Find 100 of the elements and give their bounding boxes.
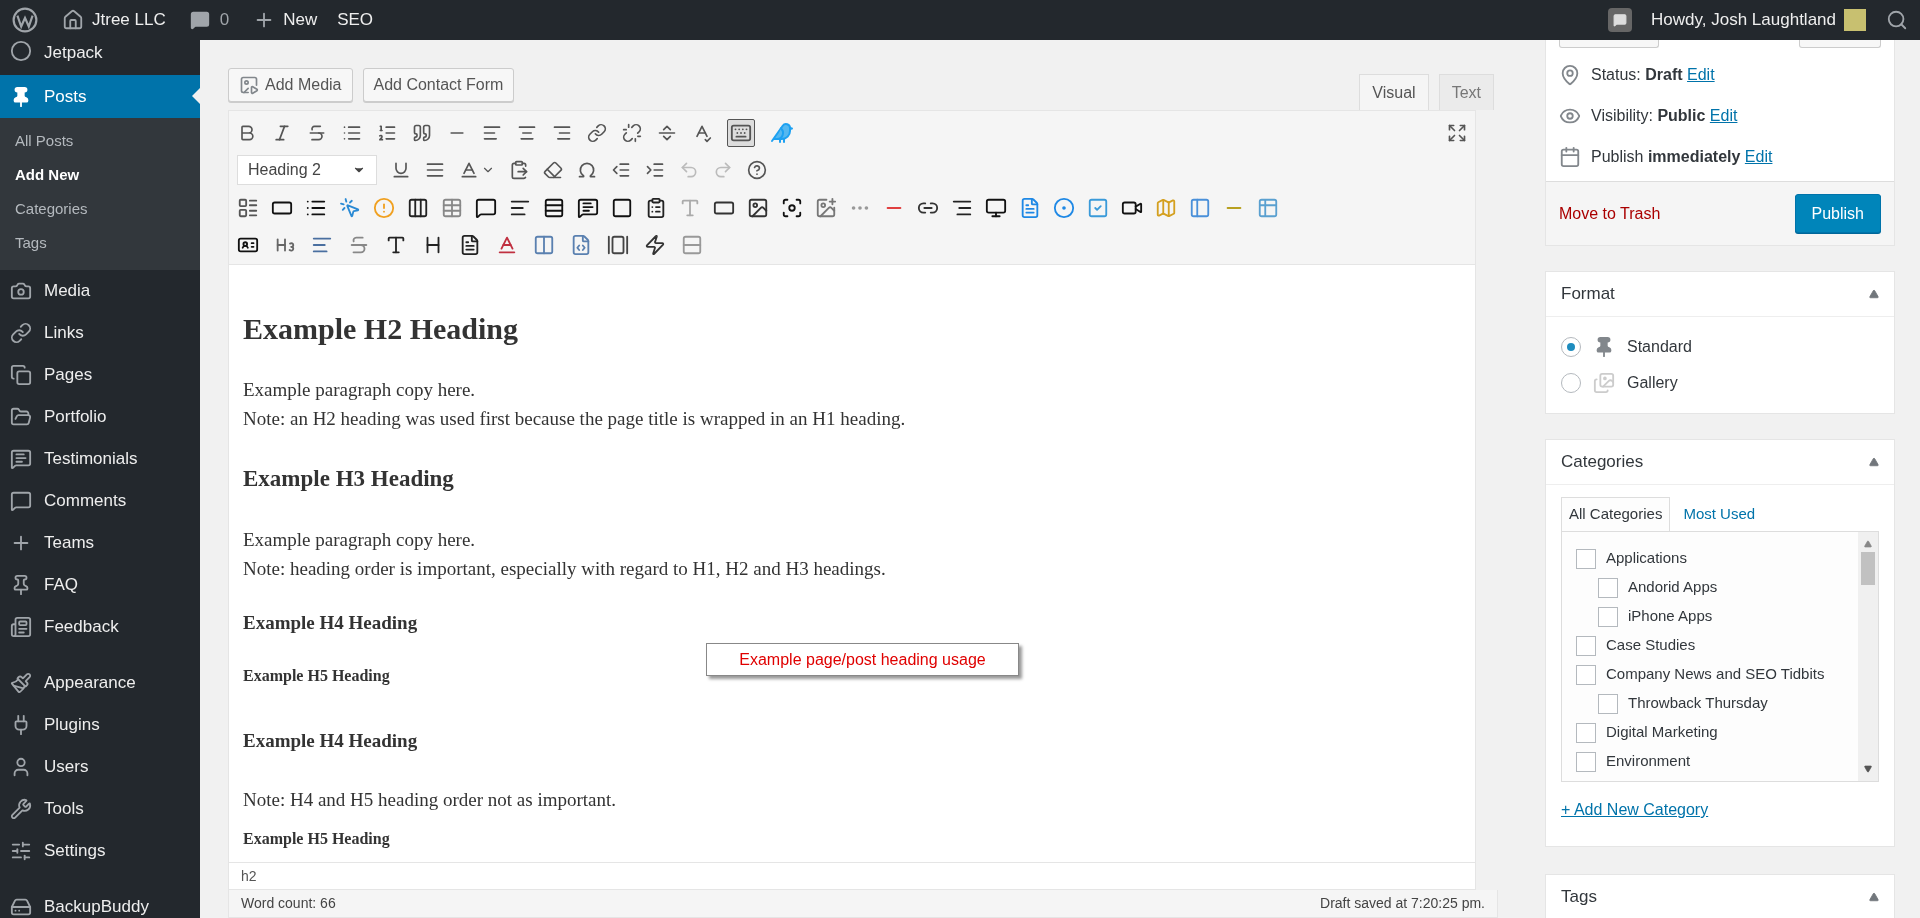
menu-item[interactable]: BackupBuddy bbox=[0, 886, 200, 918]
checkbox[interactable] bbox=[1576, 664, 1596, 685]
submenu-item[interactable]: All Posts bbox=[0, 124, 200, 158]
page-icon[interactable] bbox=[459, 234, 481, 256]
seo-link[interactable]: SEO bbox=[337, 7, 374, 33]
square-icon[interactable] bbox=[611, 197, 633, 219]
image-icon[interactable] bbox=[747, 197, 769, 219]
checkbox[interactable] bbox=[1598, 577, 1618, 598]
lightning-icon[interactable] bbox=[644, 234, 666, 256]
scroll-down-icon[interactable] bbox=[1864, 765, 1872, 773]
submenu-item[interactable]: Categories bbox=[0, 192, 200, 226]
submenu-item[interactable]: Add New bbox=[0, 158, 200, 192]
text-color-icon[interactable] bbox=[459, 160, 479, 180]
focus-icon[interactable] bbox=[781, 197, 803, 219]
toolbar-toggle-button[interactable] bbox=[727, 119, 755, 147]
checkbox[interactable] bbox=[1576, 548, 1596, 569]
underline-icon[interactable] bbox=[391, 160, 411, 180]
paste-icon[interactable] bbox=[509, 160, 529, 180]
site-name-link[interactable]: Jtree LLC bbox=[92, 7, 166, 33]
add-contact-form-button[interactable]: Add Contact Form bbox=[362, 68, 515, 102]
editor-tab[interactable]: Text bbox=[1438, 74, 1494, 110]
menu-item[interactable]: Jetpack bbox=[0, 40, 200, 75]
checkbox[interactable] bbox=[1576, 635, 1596, 656]
circle-badge-icon[interactable] bbox=[1053, 197, 1075, 219]
checkbox[interactable] bbox=[1598, 606, 1618, 627]
clipboard-icon[interactable] bbox=[645, 197, 667, 219]
columns-icon[interactable] bbox=[407, 197, 429, 219]
fullscreen-icon[interactable] bbox=[1447, 123, 1467, 143]
editor-tab[interactable]: Visual bbox=[1359, 74, 1429, 110]
rows-icon[interactable] bbox=[543, 197, 565, 219]
edit-link[interactable]: Edit bbox=[1744, 147, 1773, 165]
checkbox[interactable] bbox=[1576, 751, 1596, 772]
scroll-thumb[interactable] bbox=[1861, 552, 1875, 585]
link-icon[interactable] bbox=[587, 123, 607, 143]
square-badge-icon[interactable] bbox=[1087, 197, 1109, 219]
category-tab[interactable]: Most Used bbox=[1676, 497, 1763, 531]
menu-item[interactable]: Plugins bbox=[0, 704, 200, 746]
menu-item[interactable]: Feedback bbox=[0, 606, 200, 648]
eraser-icon[interactable] bbox=[543, 160, 563, 180]
quote-icon[interactable] bbox=[412, 123, 432, 143]
menu-item[interactable]: Tools bbox=[0, 788, 200, 830]
omega-icon[interactable] bbox=[577, 160, 597, 180]
menu-item[interactable]: Media bbox=[0, 270, 200, 312]
strikethrough-icon[interactable] bbox=[307, 123, 327, 143]
menu-item[interactable]: Settings bbox=[0, 830, 200, 872]
move-to-trash-link[interactable]: Move to Trash bbox=[1559, 201, 1661, 226]
menu-item[interactable]: Comments bbox=[0, 480, 200, 522]
file-icon[interactable] bbox=[570, 234, 592, 256]
numbered-list-icon[interactable] bbox=[377, 123, 397, 143]
read-more-icon[interactable] bbox=[657, 123, 677, 143]
add-category-link[interactable]: + Add New Category bbox=[1561, 798, 1879, 822]
add-media-button[interactable]: Add Media bbox=[228, 68, 353, 102]
bulleted-list-icon[interactable] bbox=[342, 123, 362, 143]
highlight-icon[interactable] bbox=[496, 234, 518, 256]
panel-icon[interactable] bbox=[1189, 197, 1211, 219]
edit-link[interactable]: Edit bbox=[1709, 106, 1738, 124]
menu-item[interactable]: Teams bbox=[0, 522, 200, 564]
pointer-icon[interactable] bbox=[339, 197, 361, 219]
menu-item[interactable]: Pages bbox=[0, 354, 200, 396]
outdent-icon[interactable] bbox=[611, 160, 631, 180]
scrollbar[interactable] bbox=[1858, 532, 1878, 781]
align-right-icon[interactable] bbox=[552, 123, 572, 143]
menu-item[interactable]: FAQ bbox=[0, 564, 200, 606]
justify-icon[interactable] bbox=[425, 160, 445, 180]
editor-content[interactable] bbox=[228, 265, 1476, 862]
menu-item[interactable]: Portfolio bbox=[0, 396, 200, 438]
indent-icon[interactable] bbox=[645, 160, 665, 180]
comment-count[interactable]: 0 bbox=[219, 7, 230, 33]
checkbox[interactable] bbox=[1598, 693, 1618, 714]
form-icon[interactable] bbox=[237, 197, 259, 219]
strike-icon[interactable] bbox=[348, 234, 370, 256]
wordpress-logo-icon[interactable] bbox=[12, 7, 38, 33]
edit-link[interactable]: Edit bbox=[1687, 65, 1715, 83]
new-link[interactable]: New bbox=[283, 7, 318, 33]
notification-icon[interactable] bbox=[1608, 8, 1633, 32]
unlink-icon[interactable] bbox=[622, 123, 642, 143]
help-icon[interactable] bbox=[747, 160, 767, 180]
submenu-item[interactable]: Tags bbox=[0, 226, 200, 260]
align-left-icon[interactable] bbox=[482, 123, 502, 143]
greeting-link[interactable]: Howdy, Josh Laughtland bbox=[1651, 7, 1836, 33]
table-icon[interactable] bbox=[441, 197, 463, 219]
publish-button[interactable]: Publish bbox=[1794, 194, 1881, 233]
image-plus-icon[interactable] bbox=[815, 197, 837, 219]
category-tab[interactable]: All Categories bbox=[1561, 497, 1671, 531]
menu-item[interactable]: Users bbox=[0, 746, 200, 788]
slider-icon[interactable] bbox=[607, 234, 629, 256]
menu-item[interactable]: Testimonials bbox=[0, 438, 200, 480]
italic-icon[interactable] bbox=[272, 123, 292, 143]
scroll-up-icon[interactable] bbox=[1864, 540, 1872, 548]
menu-item[interactable]: Links bbox=[0, 312, 200, 354]
grid-icon[interactable] bbox=[1257, 197, 1279, 219]
document-icon[interactable] bbox=[1019, 197, 1041, 219]
align-center-icon[interactable] bbox=[517, 123, 537, 143]
menu-item[interactable]: Posts bbox=[0, 75, 200, 118]
menu-item[interactable]: Appearance bbox=[0, 662, 200, 704]
speech-bubble-icon[interactable] bbox=[475, 197, 497, 219]
note-icon[interactable] bbox=[577, 197, 599, 219]
monitor-icon[interactable] bbox=[985, 197, 1007, 219]
format-select[interactable]: Heading 2 bbox=[237, 155, 377, 185]
checkbox[interactable] bbox=[1576, 722, 1596, 743]
